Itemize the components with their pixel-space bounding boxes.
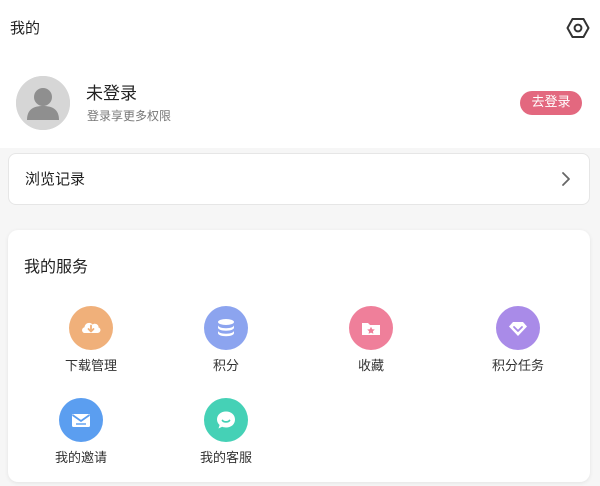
download-cloud-icon — [69, 306, 113, 350]
diamond-task-icon — [496, 306, 540, 350]
coins-stack-icon — [204, 306, 248, 350]
profile-section[interactable]: 未登录 登录享更多权限 去登录 — [0, 56, 600, 148]
page-title: 我的 — [10, 19, 41, 37]
chevron-right-icon — [562, 172, 570, 186]
service-customer-service[interactable]: 我的客服 — [171, 398, 281, 478]
service-label: 我的邀请 — [54, 451, 107, 466]
my-services-card: 我的服务 下载管理 积分 收藏 积分任务 我的邀请 我的客服 — [8, 230, 590, 482]
profile-name[interactable]: 未登录 — [86, 83, 137, 105]
service-label: 积分 — [212, 359, 239, 374]
my-page: 我的 未登录 登录享更多权限 去登录 浏览记录 我的服务 下载管理 积分 收藏 … — [0, 0, 600, 486]
service-points-tasks[interactable]: 积分任务 — [463, 306, 573, 386]
browse-history-label: 浏览记录 — [25, 170, 86, 188]
browse-history-row[interactable]: 浏览记录 — [8, 153, 590, 205]
service-download-manager[interactable]: 下载管理 — [36, 306, 146, 386]
service-points[interactable]: 积分 — [171, 306, 281, 386]
login-button[interactable]: 去登录 — [520, 91, 582, 115]
settings-button[interactable] — [564, 14, 592, 42]
service-my-invitations[interactable]: 我的邀请 — [26, 398, 136, 478]
services-title: 我的服务 — [24, 257, 89, 276]
invite-envelope-icon — [59, 398, 103, 442]
customer-service-chat-icon — [204, 398, 248, 442]
favorite-folder-icon — [349, 306, 393, 350]
service-label: 收藏 — [357, 359, 384, 374]
service-label: 下载管理 — [64, 359, 117, 374]
service-label: 我的客服 — [199, 451, 252, 466]
default-avatar-icon — [16, 76, 70, 130]
settings-hexagon-icon — [566, 18, 590, 38]
profile-subtitle: 登录享更多权限 — [87, 109, 172, 123]
avatar[interactable] — [16, 76, 70, 130]
service-label: 积分任务 — [491, 359, 544, 374]
service-favorites[interactable]: 收藏 — [316, 306, 426, 386]
header-bar: 我的 — [0, 0, 600, 56]
